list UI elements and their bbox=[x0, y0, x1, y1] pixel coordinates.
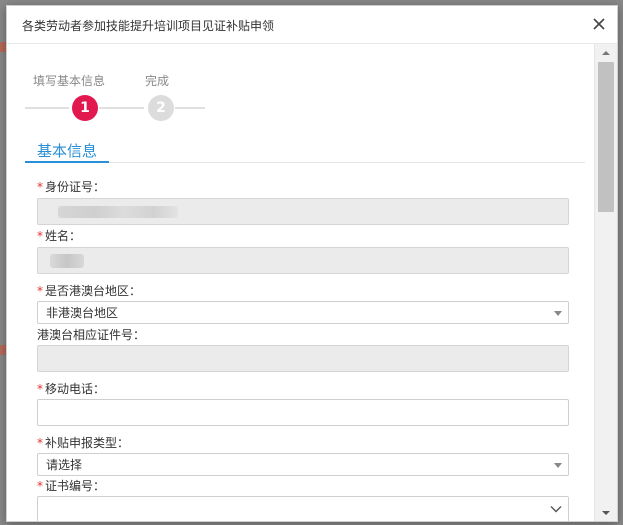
redacted-value bbox=[50, 254, 84, 268]
close-icon bbox=[593, 18, 605, 30]
required-mark: * bbox=[37, 479, 43, 493]
name-label: * 姓名： bbox=[37, 227, 81, 244]
step-line bbox=[99, 107, 144, 109]
step-1-indicator: 1 bbox=[72, 95, 98, 121]
step-1-label: 填写基本信息 bbox=[33, 74, 106, 88]
dialog-header: 各类劳动者参加技能提升培训项目见证补贴申领 bbox=[7, 6, 617, 44]
chevron-down-icon bbox=[550, 506, 562, 513]
subsidy-type-select[interactable]: 请选择 bbox=[37, 453, 569, 476]
dialog-title: 各类劳动者参加技能提升培训项目见证补贴申领 bbox=[22, 19, 275, 33]
subsidy-type-label-text: 补贴申报类型： bbox=[45, 436, 130, 450]
subsidy-type-selected: 请选择 bbox=[46, 458, 83, 472]
close-button[interactable] bbox=[589, 14, 609, 34]
section-title-underline bbox=[25, 161, 109, 163]
hk-macau-tw-select[interactable]: 非港澳台地区 bbox=[37, 301, 569, 324]
hk-id-number-field[interactable] bbox=[37, 345, 569, 372]
caret-down-icon bbox=[554, 463, 562, 468]
hk-macau-tw-label: * 是否港澳台地区： bbox=[37, 282, 141, 299]
hk-id-number-label: 港澳台相应证件号： bbox=[37, 328, 146, 342]
name-label-text: 姓名： bbox=[45, 229, 82, 243]
mobile-label: * 移动电话： bbox=[37, 380, 105, 397]
required-mark: * bbox=[37, 436, 43, 450]
mobile-label-text: 移动电话： bbox=[45, 382, 106, 396]
subsidy-application-dialog: 各类劳动者参加技能提升培训项目见证补贴申领 填写基本信息 完成 1 2 基本信息… bbox=[6, 5, 618, 522]
scroll-up-arrow-icon[interactable] bbox=[600, 48, 612, 58]
required-mark: * bbox=[37, 284, 43, 298]
mobile-input[interactable] bbox=[37, 399, 569, 426]
section-title: 基本信息 bbox=[37, 142, 98, 160]
certificate-no-label: * 证书编号： bbox=[37, 477, 105, 494]
step-2-label: 完成 bbox=[145, 74, 170, 88]
id-number-label-text: 身份证号： bbox=[45, 180, 106, 194]
step-line bbox=[25, 107, 69, 109]
hk-macau-tw-label-text: 是否港澳台地区： bbox=[45, 284, 142, 298]
progress-steps: 填写基本信息 完成 1 2 bbox=[25, 64, 205, 124]
id-number-label: * 身份证号： bbox=[37, 178, 105, 195]
name-field[interactable] bbox=[37, 247, 569, 274]
step-2-indicator: 2 bbox=[148, 95, 174, 121]
step-line bbox=[175, 107, 205, 109]
scroll-down-arrow-icon[interactable] bbox=[600, 508, 612, 518]
required-mark: * bbox=[37, 180, 43, 194]
subsidy-type-label: * 补贴申报类型： bbox=[37, 434, 129, 451]
certificate-no-select[interactable] bbox=[37, 496, 569, 521]
scroll-thumb[interactable] bbox=[598, 62, 614, 212]
required-mark: * bbox=[37, 382, 43, 396]
caret-down-icon bbox=[554, 311, 562, 316]
certificate-no-label-text: 证书编号： bbox=[45, 479, 106, 493]
redacted-value bbox=[58, 206, 178, 218]
hk-macau-tw-selected: 非港澳台地区 bbox=[46, 306, 119, 320]
section-divider bbox=[25, 162, 585, 163]
required-mark: * bbox=[37, 229, 43, 243]
id-number-field[interactable] bbox=[37, 198, 569, 225]
vertical-scrollbar[interactable] bbox=[594, 44, 617, 521]
dialog-content: 填写基本信息 完成 1 2 基本信息 * 身份证号： * 姓名： * 是否港澳台地区：… bbox=[7, 44, 596, 521]
